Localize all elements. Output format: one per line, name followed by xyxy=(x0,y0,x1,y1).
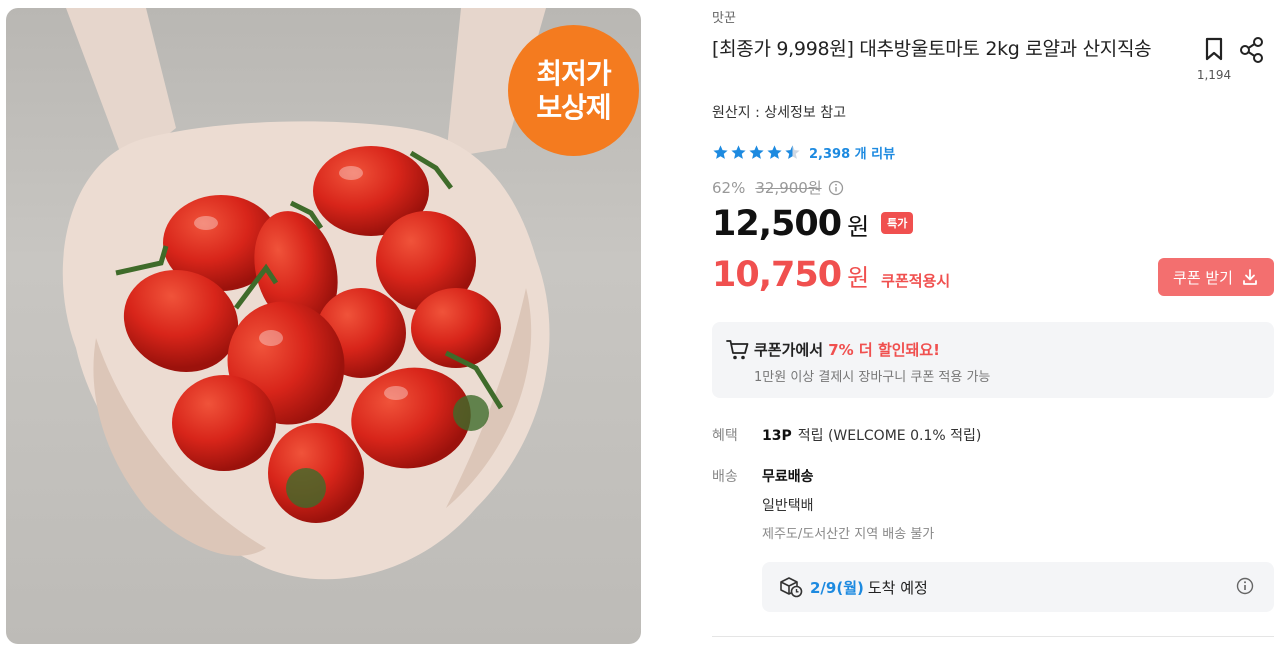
star-full-icon xyxy=(731,145,746,159)
coupon-notice-subtext: 1만원 이상 결제시 장바구니 쿠폰 적용 가능 xyxy=(754,370,991,385)
package-clock-icon xyxy=(780,577,803,598)
brand-name[interactable]: 맛꾼 xyxy=(712,7,736,26)
benefit-description: 적립 (WELCOME 0.1% 적립) xyxy=(797,428,982,444)
share-button[interactable] xyxy=(1238,36,1268,68)
coupon-applied-label: 쿠폰적용시 xyxy=(881,272,951,290)
coupon-notice-box: 쿠폰가에서 7% 더 할인돼요! 1만원 이상 결제시 장바구니 쿠폰 적용 가… xyxy=(712,322,1274,398)
star-full-icon xyxy=(749,145,764,159)
bookmark-button[interactable]: 1,194 xyxy=(1194,36,1234,82)
coupon-price: 10,750 xyxy=(712,255,842,295)
shipping-type: 일반택배 xyxy=(762,498,814,514)
benefit-label: 혜택 xyxy=(712,428,738,444)
discount-row: 62% 32,900원 xyxy=(712,177,844,198)
sale-price-currency: 원 xyxy=(847,213,870,241)
arrival-estimate-box: 2/9(월) 도착 예정 xyxy=(762,562,1274,612)
share-icon xyxy=(1240,37,1263,63)
original-price: 32,900원 xyxy=(755,179,822,197)
section-divider xyxy=(712,636,1274,637)
coupon-price-currency: 원 xyxy=(847,264,870,292)
arrival-date: 2/9(월) xyxy=(810,579,864,597)
star-full-icon xyxy=(767,145,782,159)
product-actions: 1,194 xyxy=(1194,36,1274,86)
special-deal-badge: 특가 xyxy=(881,212,914,234)
bookmark-count: 1,194 xyxy=(1196,68,1232,82)
shipping-note: 제주도/도서산간 지역 배송 불가 xyxy=(762,527,935,542)
star-half-icon xyxy=(785,145,800,159)
coupon-notice-highlight: 7% 더 할인돼요! xyxy=(828,341,940,359)
star-rating xyxy=(712,144,801,161)
shipping-fee: 무료배송 xyxy=(762,469,814,485)
star-full-icon xyxy=(713,145,728,159)
benefit-value: 13P 적립 (WELCOME 0.1% 적립) xyxy=(762,425,981,445)
review-count-link[interactable]: 2,398 개 리뷰 xyxy=(809,143,895,162)
info-icon[interactable] xyxy=(828,180,844,196)
discount-rate: 62% xyxy=(712,178,746,197)
product-title: [최종가 9,998원] 대추방울토마토 2kg 로얄과 산지직송 xyxy=(712,38,1152,60)
get-coupon-label: 쿠폰 받기 xyxy=(1173,268,1233,287)
download-icon xyxy=(1243,269,1257,285)
arrival-text: 2/9(월) 도착 예정 xyxy=(810,577,928,598)
benefit-points: 13P xyxy=(762,428,792,444)
get-coupon-button[interactable]: 쿠폰 받기 xyxy=(1158,258,1274,296)
badge-line2: 보상제 xyxy=(536,90,611,124)
lowest-price-guarantee-badge: 최저가 보상제 xyxy=(508,25,639,156)
coupon-notice-text: 쿠폰가에서 7% 더 할인돼요! xyxy=(754,339,940,360)
info-icon[interactable] xyxy=(1236,577,1254,595)
coupon-notice-prefix: 쿠폰가에서 xyxy=(754,341,829,359)
sale-price: 12,500 xyxy=(712,204,842,244)
bookmark-icon xyxy=(1205,37,1223,61)
product-image[interactable]: 최저가 보상제 xyxy=(6,8,641,644)
sale-price-row: 12,500 원 특가 xyxy=(712,204,914,244)
rating-row: 2,398 개 리뷰 xyxy=(712,143,895,162)
coupon-price-row: 10,750 원 쿠폰적용시 xyxy=(712,255,950,295)
cart-icon xyxy=(726,340,749,360)
badge-line1: 최저가 xyxy=(536,56,611,90)
shipping-label: 배송 xyxy=(712,469,738,485)
origin-text: 원산지 : 상세정보 참고 xyxy=(712,105,846,121)
arrival-label: 도착 예정 xyxy=(867,579,928,597)
